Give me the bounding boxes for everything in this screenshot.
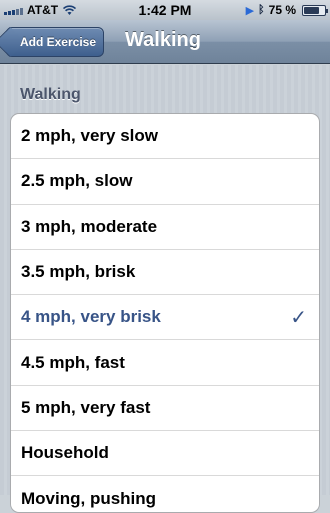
options-list: 2 mph, very slow 2.5 mph, slow 3 mph, mode… <box>10 113 320 513</box>
bluetooth-icon: ᛒ <box>258 4 265 16</box>
list-item[interactable]: 2 mph, very slow <box>11 114 319 160</box>
back-button[interactable]: Add Exercise <box>6 27 104 57</box>
carrier-label: AT&T <box>27 3 59 17</box>
list-item-label: 2.5 mph, slow <box>21 171 133 191</box>
list-item-label: Household <box>21 443 109 463</box>
list-item-label: 5 mph, very fast <box>21 397 151 417</box>
page-title: Walking <box>125 29 201 51</box>
battery-percent: 75 % <box>268 3 296 17</box>
list-item[interactable]: 4.5 mph, fast <box>11 340 319 386</box>
list-item-label: 3 mph, moderate <box>21 216 158 236</box>
list-item-label: 3.5 mph, brisk <box>21 262 136 282</box>
content-area[interactable]: Walking 2 mph, very slow 2.5 mph, slow 3 m… <box>0 65 330 513</box>
list-item[interactable]: Household <box>11 431 319 477</box>
list-item[interactable]: 3 mph, moderate <box>11 205 319 250</box>
section-header: Walking <box>20 86 81 103</box>
status-bar: AT&T 1:42 PM ▶ ᛒ 75 % <box>0 0 330 20</box>
wifi-icon <box>62 4 77 16</box>
list-item[interactable]: 5 mph, very fast <box>11 386 319 432</box>
navigation-bar: Add Exercise Walking <box>0 20 330 64</box>
battery-icon <box>302 4 328 16</box>
battery-level <box>304 6 319 14</box>
list-item-label: Moving, pushing <box>21 488 157 508</box>
list-item-label: 4.5 mph, fast <box>21 352 125 372</box>
back-button-label: Add Exercise <box>19 35 97 49</box>
list-item[interactable]: 3.5 mph, brisk <box>11 250 319 296</box>
checkmark-icon: ✓ <box>290 306 307 329</box>
list-item-label: 4 mph, very brisk <box>21 307 161 327</box>
list-item[interactable]: 4 mph, very brisk ✓ <box>11 295 319 341</box>
play-icon: ▶ <box>245 4 255 17</box>
list-item-label: 2 mph, very slow <box>21 126 158 146</box>
list-item[interactable]: 2.5 mph, slow <box>11 159 319 205</box>
signal-icon <box>4 5 23 15</box>
